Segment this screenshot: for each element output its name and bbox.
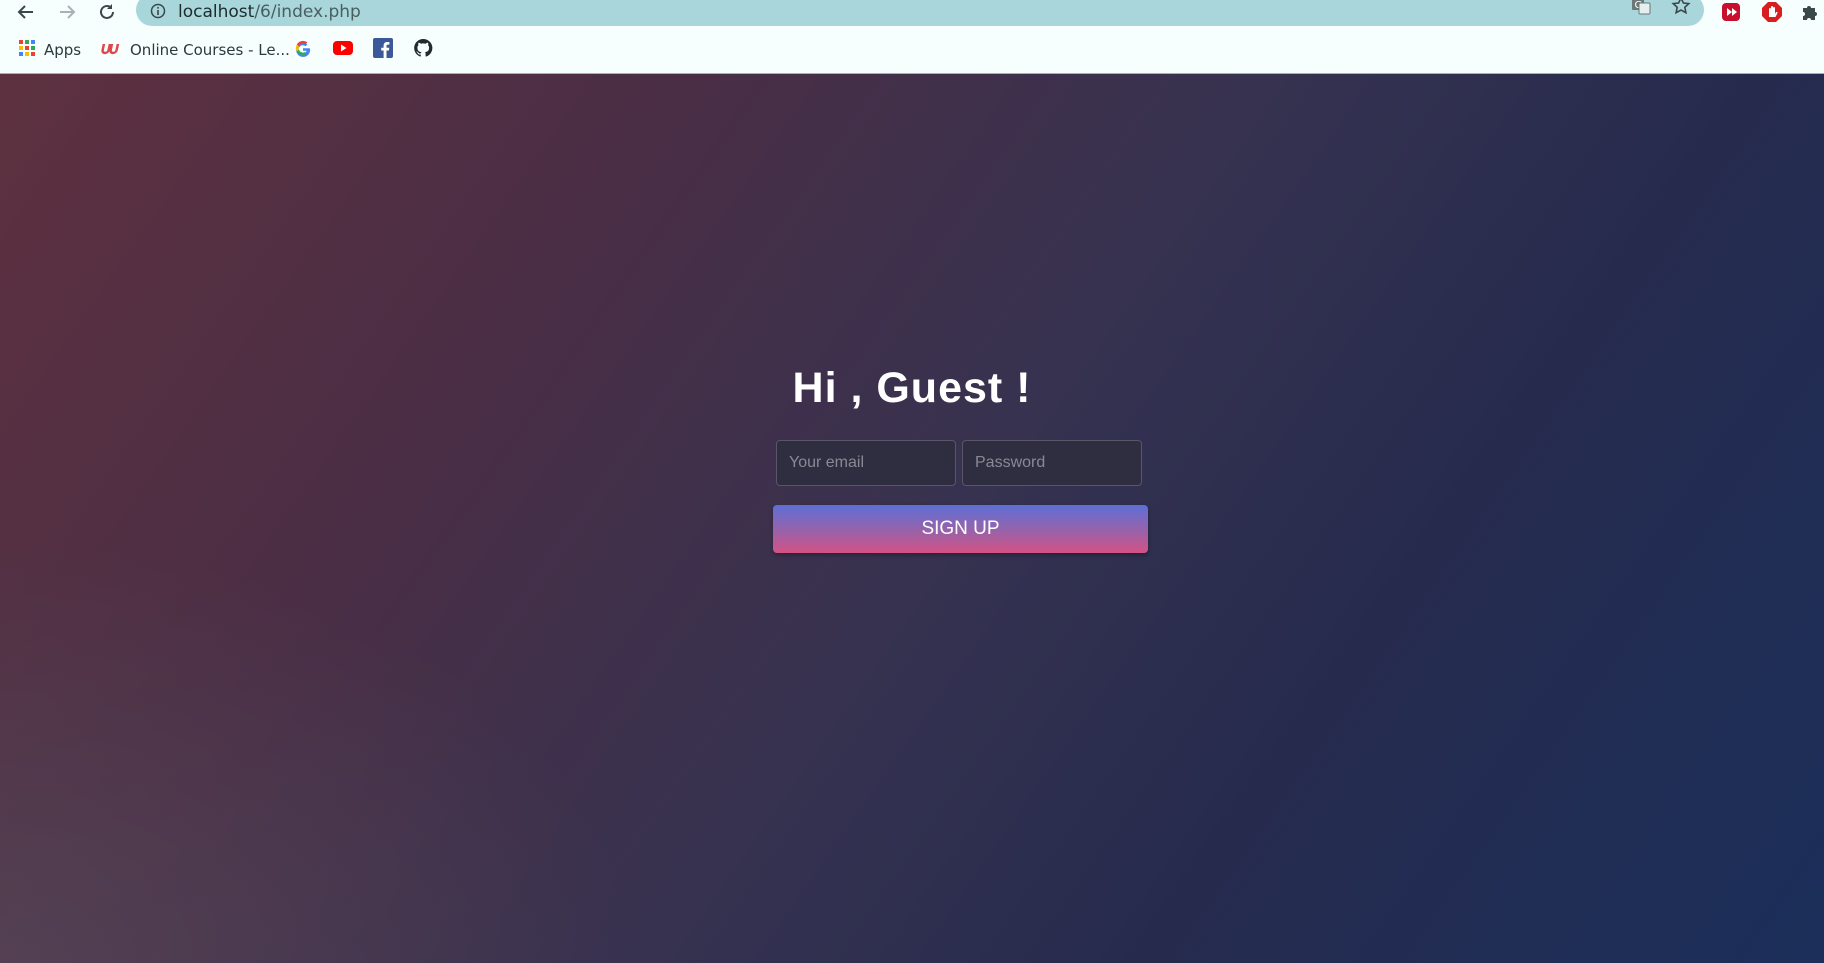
- url-host: localhost: [178, 2, 255, 22]
- forward-button[interactable]: [53, 0, 81, 24]
- forward-arrow-icon: [60, 5, 76, 19]
- bookmark-online-courses[interactable]: Online Courses - Le...: [100, 36, 290, 64]
- page-background: Hi , Guest ! SIGN UP: [0, 74, 1824, 963]
- google-icon: [294, 39, 312, 61]
- address-bar[interactable]: localhost/6/index.php G: [136, 0, 1704, 26]
- facebook-icon: [373, 38, 393, 62]
- greeting-heading: Hi , Guest !: [792, 364, 1032, 412]
- bookmark-github[interactable]: [413, 36, 433, 64]
- extension-red-play-icon[interactable]: [1718, 0, 1744, 24]
- password-field[interactable]: [962, 440, 1142, 486]
- extension-adblock-icon[interactable]: [1759, 0, 1785, 24]
- bookmark-online-courses-label: Online Courses - Le...: [130, 41, 290, 59]
- email-field[interactable]: [776, 440, 956, 486]
- apps-grid-icon: [18, 39, 36, 61]
- bookmark-star-icon[interactable]: [1670, 0, 1692, 22]
- browser-toolbar: localhost/6/index.php G Apps Online Cour…: [0, 0, 1824, 74]
- github-icon: [413, 38, 433, 62]
- bookmark-facebook[interactable]: [373, 36, 393, 64]
- bookmarks-bar: Apps Online Courses - Le...: [0, 36, 1824, 66]
- back-button[interactable]: [12, 0, 40, 24]
- back-arrow-icon: [17, 5, 33, 19]
- signup-button[interactable]: SIGN UP: [773, 505, 1148, 553]
- extensions-puzzle-icon[interactable]: [1797, 0, 1823, 24]
- udemy-icon: [100, 39, 122, 61]
- translate-icon[interactable]: G: [1630, 0, 1652, 22]
- url-text: localhost/6/index.php: [178, 2, 361, 22]
- url-path: /6/index.php: [254, 2, 361, 22]
- bookmark-apps-label: Apps: [44, 41, 82, 59]
- reload-button[interactable]: [93, 0, 121, 24]
- site-info-icon[interactable]: [150, 3, 166, 24]
- youtube-icon: [333, 40, 353, 60]
- bookmark-apps[interactable]: Apps: [18, 36, 81, 64]
- bookmark-google[interactable]: [294, 36, 312, 64]
- bookmark-youtube[interactable]: [333, 36, 353, 64]
- reload-icon: [100, 4, 114, 19]
